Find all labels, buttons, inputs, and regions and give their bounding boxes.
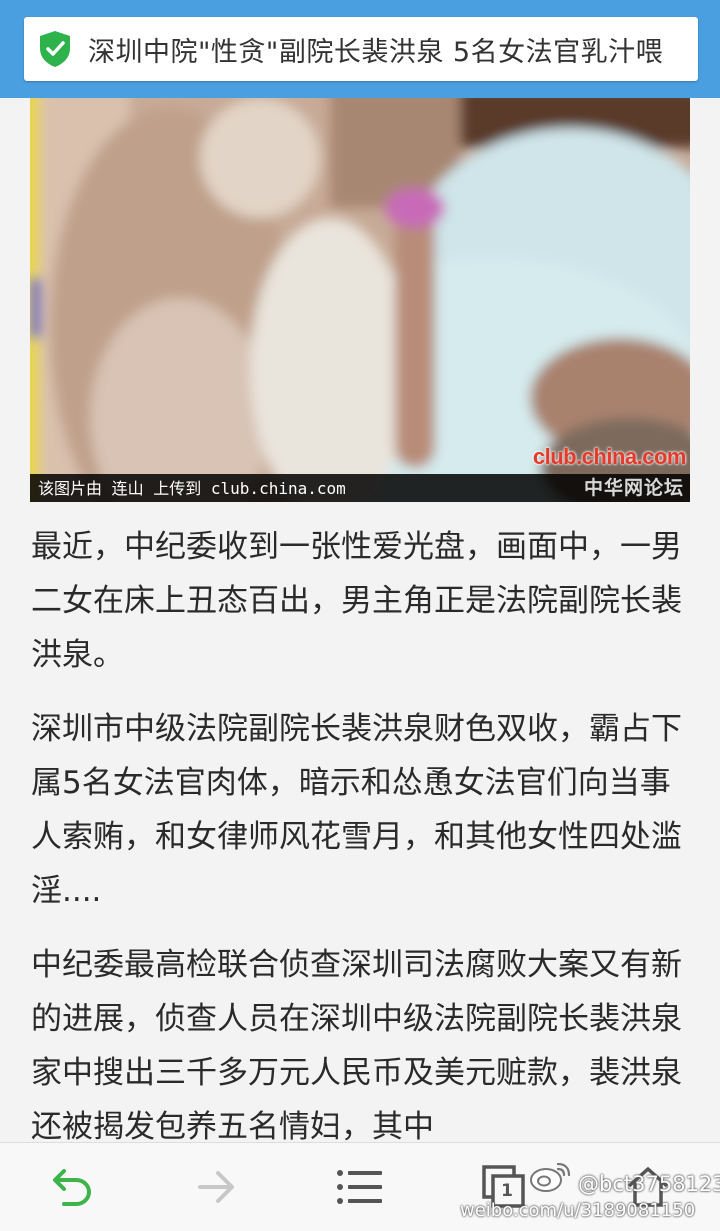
photo-watermark-sub: 中华网论坛 bbox=[583, 477, 684, 499]
page-title: 深圳中院"性贪"副院长裴洪泉 5名女法官乳汁喂 bbox=[88, 36, 664, 68]
shield-check-icon bbox=[40, 31, 70, 67]
weibo-watermark-url: weibo.com/u/3189081150 bbox=[460, 1200, 696, 1221]
address-bar[interactable]: 深圳中院"性贪"副院长裴洪泉 5名女法官乳汁喂 bbox=[24, 17, 698, 81]
photo-caption: 该图片由 连山 上传到 club.china.com bbox=[38, 479, 346, 498]
forward-button[interactable] bbox=[156, 1143, 276, 1231]
article-paragraph: 深圳市中级法院副院长裴洪泉财色双收，霸占下属5名女法官肉体，暗示和怂恿女法官们向… bbox=[31, 711, 682, 909]
menu-button[interactable] bbox=[300, 1143, 420, 1231]
article-paragraph: 最近，中纪委收到一张性爱光盘，画面中，一男二女在床上丑态百出，男主角正是法院副院… bbox=[31, 529, 682, 673]
photo-watermark-site: club.china.com bbox=[532, 444, 687, 469]
weibo-watermark-user: @bct3758123 bbox=[578, 1172, 720, 1196]
forward-arrow-icon bbox=[198, 1171, 234, 1203]
photo-image bbox=[30, 98, 690, 502]
menu-icon bbox=[337, 1170, 382, 1204]
browser-top-bar: 深圳中院"性贪"副院长裴洪泉 5名女法官乳汁喂 bbox=[0, 0, 720, 98]
article-paragraph: 中纪委最高检联合侦查深圳司法腐败大案又有新的进展，侦查人员在深圳中级法院副院长裴… bbox=[31, 947, 682, 1145]
article-body: 最近，中纪委收到一张性爱光盘，画面中，一男二女在床上丑态百出，男主角正是法院副院… bbox=[31, 520, 691, 1174]
weibo-logo-icon bbox=[530, 1162, 571, 1192]
back-button[interactable] bbox=[12, 1143, 132, 1231]
article-photo[interactable]: club.china.com 该图片由 连山 上传到 club.china.co… bbox=[30, 98, 690, 502]
tab-count: 1 bbox=[501, 1181, 513, 1201]
back-arrow-icon bbox=[53, 1169, 92, 1206]
